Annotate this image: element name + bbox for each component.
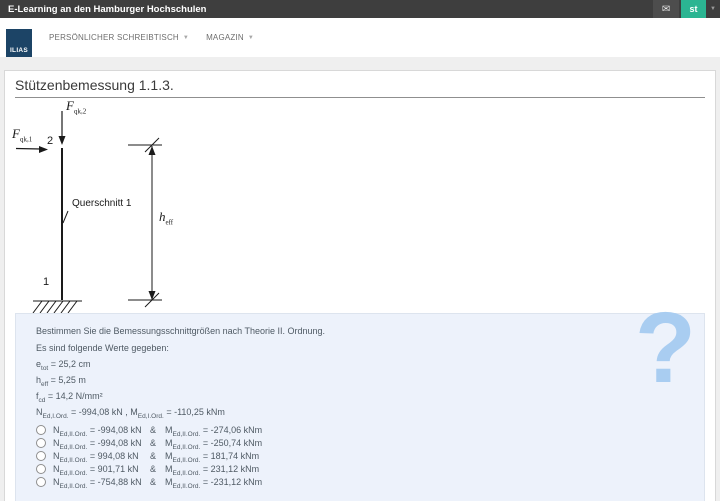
radio-button-option-4[interactable] xyxy=(36,464,46,474)
nav-item-label: PERSÖNLICHER SCHREIBTISCH xyxy=(49,33,179,42)
content-panel: Stützenbemessung 1.1.3. xyxy=(4,70,716,501)
option-n-value: NEd,II.Ord. = 901,71 kN xyxy=(53,464,150,474)
radio-button-option-2[interactable] xyxy=(36,438,46,448)
nav-item-label: MAGAZIN xyxy=(206,33,244,42)
page-background: Stützenbemessung 1.1.3. xyxy=(0,57,720,501)
ilias-logo[interactable]: ILIAS xyxy=(6,29,32,57)
given-value-nm-first-order: NEd,I.Ord. = -994,08 kN , MEd,I.Ord. = -… xyxy=(36,407,684,418)
force-left-label: Fqk,1 xyxy=(12,126,32,144)
node-bottom-label: 1 xyxy=(43,276,49,288)
force-top-label: Fqk,2 xyxy=(66,98,86,116)
radio-button-option-5[interactable] xyxy=(36,477,46,487)
height-label: heff xyxy=(159,209,173,227)
envelope-icon: ✉ xyxy=(662,4,670,15)
radio-button-option-3[interactable] xyxy=(36,451,46,461)
answer-option-row: NEd,II.Ord. = 901,71 kN & MEd,II.Ord. = … xyxy=(36,464,684,474)
page-title: Stützenbemessung 1.1.3. xyxy=(15,77,705,93)
answer-option-row: NEd,II.Ord. = 994,08 kN & MEd,II.Ord. = … xyxy=(36,451,684,461)
given-value-etot: etot = 25,2 cm xyxy=(36,359,684,370)
question-box: ? Bestimmen Sie die Bemessungsschnittgrö… xyxy=(15,313,705,501)
mail-button[interactable]: ✉ xyxy=(653,0,679,18)
given-value-fcd: fcd = 14,2 N/mm² xyxy=(36,391,684,402)
column-diagram: Fqk,2 Fqk,1 2 Querschnitt 1 heff 1 xyxy=(8,98,228,313)
given-value-heff: heff = 5,25 m xyxy=(36,375,684,386)
radio-button-option-1[interactable] xyxy=(36,425,46,435)
option-m-value: MEd,II.Ord. = 231,12 kNm xyxy=(165,464,259,474)
option-ampersand: & xyxy=(150,464,165,474)
node-top-label: 2 xyxy=(47,135,53,147)
option-ampersand: & xyxy=(150,425,165,435)
section-label: Querschnitt 1 xyxy=(72,198,131,209)
given-intro: Es sind folgende Werte gegeben: xyxy=(36,343,684,354)
navbar: ILIAS PERSÖNLICHER SCHREIBTISCH ▼ MAGAZI… xyxy=(0,18,720,57)
option-n-value: NEd,II.Ord. = -994,08 kN xyxy=(53,425,150,435)
option-m-value: MEd,II.Ord. = -250,74 kNm xyxy=(165,438,262,448)
option-n-value: NEd,II.Ord. = 994,08 kN xyxy=(53,451,150,461)
nav-item-magazin[interactable]: MAGAZIN ▼ xyxy=(206,18,254,57)
option-ampersand: & xyxy=(150,438,165,448)
main-menu: PERSÖNLICHER SCHREIBTISCH ▼ MAGAZIN ▼ xyxy=(32,18,254,57)
answer-options: NEd,II.Ord. = -994,08 kN & MEd,II.Ord. =… xyxy=(36,425,684,487)
question-prompt: Bestimmen Sie die Bemessungsschnittgröße… xyxy=(36,326,684,337)
user-badge[interactable]: st xyxy=(681,0,706,18)
option-m-value: MEd,II.Ord. = 181,74 kNm xyxy=(165,451,259,461)
option-m-value: MEd,II.Ord. = -231,12 kNm xyxy=(165,477,262,487)
topbar-title: E-Learning an den Hamburger Hochschulen xyxy=(0,0,653,18)
nav-item-personal-desktop[interactable]: PERSÖNLICHER SCHREIBTISCH ▼ xyxy=(49,18,189,57)
chevron-down-icon: ▼ xyxy=(183,35,189,41)
answer-option-row: NEd,II.Ord. = -994,08 kN & MEd,II.Ord. =… xyxy=(36,438,684,448)
topbar: E-Learning an den Hamburger Hochschulen … xyxy=(0,0,720,18)
option-ampersand: & xyxy=(150,477,165,487)
user-menu-caret-icon[interactable]: ▼ xyxy=(706,0,720,18)
answer-option-row: NEd,II.Ord. = -994,08 kN & MEd,II.Ord. =… xyxy=(36,425,684,435)
option-n-value: NEd,II.Ord. = -994,08 kN xyxy=(53,438,150,448)
option-m-value: MEd,II.Ord. = -274,06 kNm xyxy=(165,425,262,435)
answer-option-row: NEd,II.Ord. = -754,88 kN & MEd,II.Ord. =… xyxy=(36,477,684,487)
option-n-value: NEd,II.Ord. = -754,88 kN xyxy=(53,477,150,487)
option-ampersand: & xyxy=(150,451,165,461)
chevron-down-icon: ▼ xyxy=(248,35,254,41)
